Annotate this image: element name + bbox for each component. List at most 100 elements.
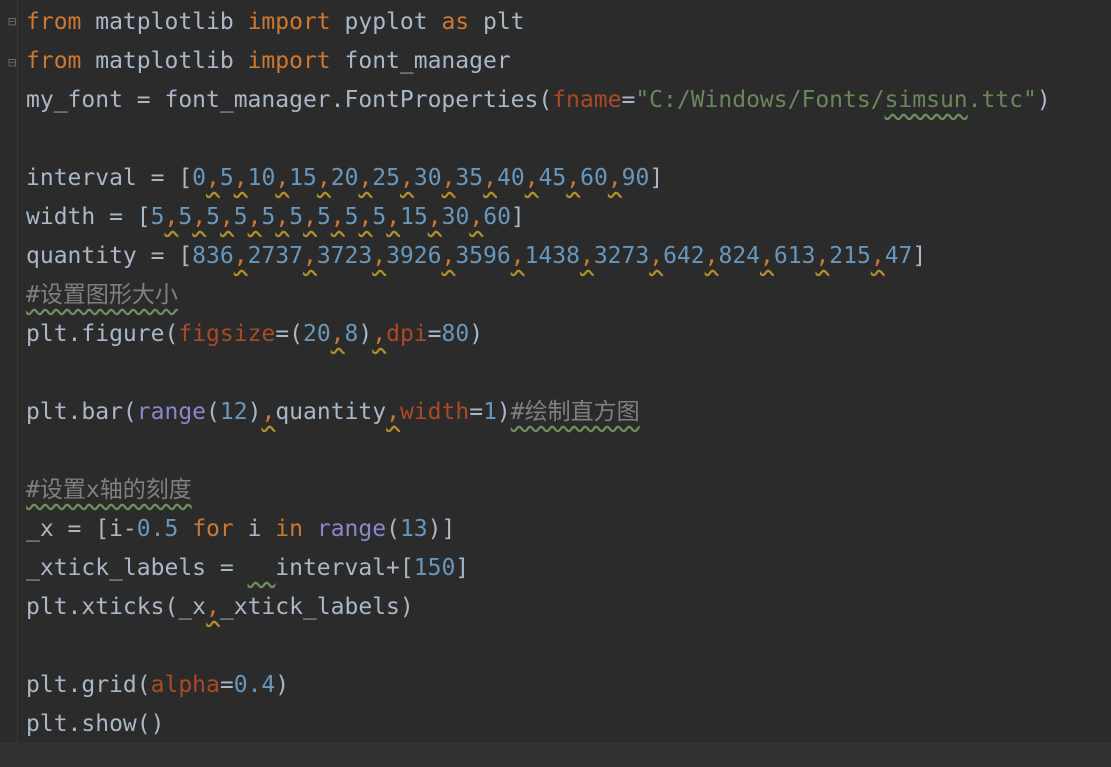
number: 90 [621, 165, 650, 191]
string-literal: .ttc" [967, 87, 1037, 113]
code-line-11[interactable]: plt.bar(range(12),quantity,width=1)#绘制直方… [26, 393, 640, 432]
paren: ) [247, 399, 262, 425]
statement: _xtick_labels = [26, 555, 248, 581]
comma: , [427, 204, 442, 230]
builtin: range [316, 516, 387, 542]
number: 3596 [455, 243, 511, 269]
comma: , [386, 399, 400, 425]
operator: = [219, 672, 234, 698]
comma: , [760, 243, 774, 269]
number: 8 [344, 321, 359, 347]
bracket: ] [649, 165, 664, 191]
code-line-18[interactable]: plt.grid(alpha=0.4) [26, 666, 289, 705]
paren: ) [469, 321, 484, 347]
number: 0.4 [233, 672, 276, 698]
builtin: range [136, 399, 207, 425]
number: 3926 [386, 243, 442, 269]
number: 0.5 [136, 516, 179, 542]
number-list: 5,5,5,5,5,5,5,5,5,15,30,60 [151, 204, 511, 230]
fold-start-icon[interactable]: ⊟ [8, 15, 20, 29]
number: 5 [178, 204, 193, 230]
current-line-highlight [0, 743, 1111, 767]
number: 5 [289, 204, 304, 230]
comma: , [261, 399, 276, 425]
comma: , [316, 165, 331, 191]
number-list: 836,2737,3723,3926,3596,1438,3273,642,82… [192, 243, 912, 269]
code-line-3[interactable]: my_font = font_manager.FontProperties(fn… [26, 81, 1051, 120]
number: 13 [399, 516, 428, 542]
statement: interval = [ [26, 165, 193, 191]
comma: , [233, 165, 248, 191]
number: 824 [718, 243, 761, 269]
comma: , [358, 204, 373, 230]
code-line-9[interactable]: plt.figure(figsize=(20,8),dpi=80) [26, 315, 483, 354]
number-list: 0,5,10,15,20,25,30,35,40,45,60,90 [192, 165, 649, 191]
paren: ( [386, 516, 400, 542]
number: 3273 [593, 243, 650, 269]
statement: plt.bar( [26, 399, 137, 425]
paren: ) [496, 399, 511, 425]
number: 5 [261, 204, 276, 230]
number: 20 [302, 321, 331, 347]
statement: width = [ [26, 204, 151, 230]
comma: , [469, 204, 484, 230]
expression: _xtick_labels) [219, 594, 414, 620]
comment: #设置x轴的刻度 [26, 477, 192, 503]
param-name: fname [552, 87, 622, 113]
alias: plt [469, 9, 525, 35]
code-line-5[interactable]: interval = [0,5,10,15,20,25,30,35,40,45,… [26, 159, 663, 198]
operator: = [427, 321, 442, 347]
code-line-7[interactable]: quantity = [836,2737,3723,3926,3596,1438… [26, 237, 926, 276]
code-line-14[interactable]: _x = [i-0.5 for i in range(13)] [26, 510, 455, 549]
expression: interval+[ [275, 555, 414, 581]
comma: , [247, 204, 262, 230]
keyword: from [26, 9, 82, 35]
comma: , [164, 204, 179, 230]
comma: , [275, 204, 290, 230]
number: 613 [773, 243, 816, 269]
comma: , [704, 243, 719, 269]
comma: , [219, 204, 234, 230]
number: 836 [192, 243, 234, 269]
number: 2737 [247, 243, 303, 269]
comma: , [441, 165, 456, 191]
code-line-19[interactable]: plt.show() [26, 705, 164, 744]
string-literal-typo: simsun [884, 87, 968, 113]
code-editor[interactable]: ⊟ ⊟ from matplotlib import pyplot as plt… [0, 0, 1111, 767]
comma: , [303, 204, 317, 230]
number: 47 [884, 243, 913, 269]
keyword: for [192, 516, 234, 542]
statement: plt.show() [26, 711, 165, 737]
bracket: ] [912, 243, 927, 269]
keyword: import [247, 48, 331, 74]
code-line-16[interactable]: plt.xticks(_x,_xtick_labels) [26, 588, 414, 627]
param-name: dpi [386, 321, 428, 347]
number: 80 [441, 321, 470, 347]
whitespace-warning [248, 555, 276, 581]
code-line-13[interactable]: #设置x轴的刻度 [26, 471, 192, 510]
statement: quantity = [ [26, 243, 193, 269]
comment: #设置图形大小 [26, 282, 178, 308]
comma: , [372, 321, 387, 347]
number: 40 [496, 165, 525, 191]
number: 5 [233, 204, 248, 230]
paren: ( [206, 399, 220, 425]
param-name: width [399, 399, 470, 425]
comma: , [330, 204, 345, 230]
fold-end-icon[interactable]: ⊟ [8, 56, 20, 70]
keyword: from [26, 48, 82, 74]
paren: ) [1036, 87, 1051, 113]
code-line-8[interactable]: #设置图形大小 [26, 276, 178, 315]
code-line-6[interactable]: width = [5,5,5,5,5,5,5,5,5,15,30,60] [26, 198, 525, 237]
comma: , [566, 165, 581, 191]
identifier: quantity [275, 399, 387, 425]
bracket: )] [427, 516, 456, 542]
code-line-1[interactable]: from matplotlib import pyplot as plt [26, 3, 525, 42]
code-line-15[interactable]: _xtick_labels = interval+[150] [26, 549, 469, 588]
code-line-2[interactable]: from matplotlib import font_manager [26, 42, 511, 81]
operator: = [621, 87, 636, 113]
import-name: font_manager [330, 48, 511, 74]
gutter-divider [17, 0, 18, 767]
